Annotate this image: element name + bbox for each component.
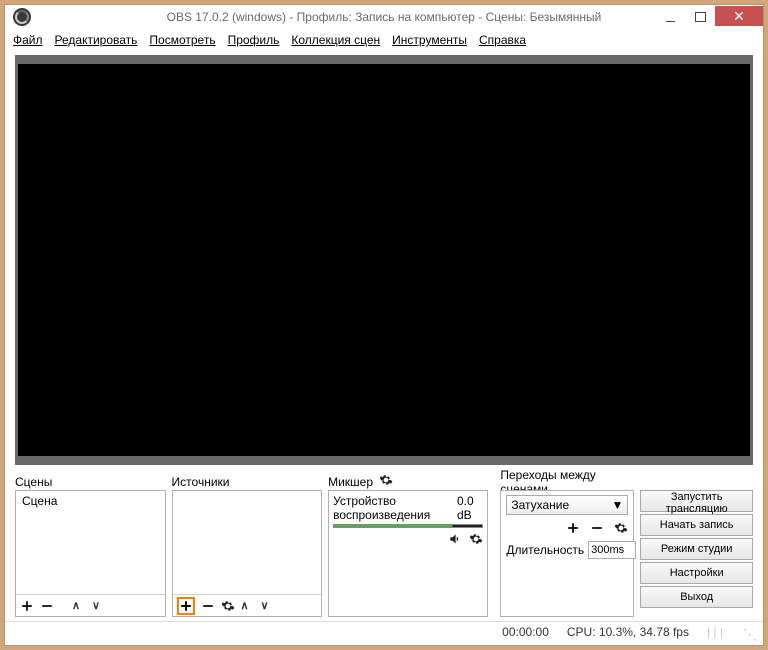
mixer-panel: Микшер Устройство воспроизведения 0.0 dB	[328, 473, 488, 617]
scene-down-button[interactable]: ∨	[92, 599, 106, 613]
status-cpu: CPU: 10.3%, 34.78 fps	[567, 625, 689, 639]
start-streaming-button[interactable]: Запустить трансляцию	[640, 490, 753, 512]
scene-item[interactable]: Сцена	[16, 491, 165, 511]
transition-selected: Затухание	[511, 498, 569, 512]
maximize-button[interactable]	[685, 6, 715, 28]
add-transition-button[interactable]	[566, 521, 580, 535]
controls-panel: Запустить трансляцию Начать запись Режим…	[640, 473, 753, 617]
mixer-box: Устройство воспроизведения 0.0 dB	[328, 490, 488, 617]
app-window: OBS 17.0.2 (windows) - Профиль: Запись н…	[4, 4, 764, 646]
bottom-panels: Сцены Сцена ∧ ∨ Источники	[5, 473, 763, 621]
mixer-db-value: 0.0 dB	[457, 494, 483, 522]
transition-select[interactable]: Затухание ▼	[506, 495, 628, 515]
resize-grip-icon[interactable]	[741, 625, 755, 639]
exit-button[interactable]: Выход	[640, 586, 753, 608]
mixer-settings-icon[interactable]	[379, 473, 393, 490]
transitions-box: Затухание ▼ Длительность ▲▼	[500, 490, 634, 617]
transitions-panel: Переходы между сценами Затухание ▼ Длите…	[500, 473, 634, 617]
start-recording-button[interactable]: Начать запись	[640, 514, 753, 536]
source-settings-button[interactable]	[221, 599, 235, 613]
statusbar: 00:00:00 CPU: 10.3%, 34.78 fps | | |	[5, 621, 763, 641]
sources-toolbar: ∧ ∨	[173, 594, 322, 616]
duration-label: Длительность	[506, 543, 584, 557]
studio-mode-button[interactable]: Режим студии	[640, 538, 753, 560]
remove-scene-button[interactable]	[40, 599, 54, 613]
add-source-button[interactable]	[177, 597, 195, 615]
scenes-toolbar: ∧ ∨	[16, 594, 165, 616]
scenes-list[interactable]: Сцена	[16, 491, 165, 594]
titlebar[interactable]: OBS 17.0.2 (windows) - Профиль: Запись н…	[5, 5, 763, 29]
dropdown-arrow-icon: ▼	[611, 498, 623, 512]
source-up-button[interactable]: ∧	[241, 599, 255, 613]
speaker-icon[interactable]	[447, 532, 463, 549]
mixer-device-label: Устройство воспроизведения	[333, 494, 457, 522]
menu-help[interactable]: Справка	[479, 33, 526, 47]
sources-box: ∧ ∨	[172, 490, 323, 617]
menu-edit[interactable]: Редактировать	[55, 33, 138, 47]
menu-file[interactable]: Файл	[13, 33, 43, 47]
settings-button[interactable]: Настройки	[640, 562, 753, 584]
sources-panel: Источники ∧ ∨	[172, 473, 323, 617]
menu-tools[interactable]: Инструменты	[392, 33, 467, 47]
scenes-panel: Сцены Сцена ∧ ∨	[15, 473, 166, 617]
source-down-button[interactable]: ∨	[261, 599, 275, 613]
preview-canvas[interactable]	[18, 64, 750, 456]
status-time: 00:00:00	[502, 625, 549, 639]
mixer-header: Микшер	[328, 473, 488, 490]
mixer-title: Микшер	[328, 475, 373, 489]
duration-input[interactable]	[588, 541, 636, 559]
scene-up-button[interactable]: ∧	[72, 599, 86, 613]
add-scene-button[interactable]	[20, 599, 34, 613]
menu-scene-collection[interactable]: Коллекция сцен	[291, 33, 380, 47]
mixer-volume-meter	[333, 524, 483, 528]
remove-source-button[interactable]	[201, 599, 215, 613]
remove-transition-button[interactable]	[590, 521, 604, 535]
window-title: OBS 17.0.2 (windows) - Профиль: Запись н…	[5, 10, 763, 24]
minimize-button[interactable]	[655, 6, 685, 28]
menu-profile[interactable]: Профиль	[228, 33, 280, 47]
preview-container	[15, 55, 753, 465]
channel-settings-icon[interactable]	[469, 532, 483, 549]
scenes-box: Сцена ∧ ∨	[15, 490, 166, 617]
obs-logo-icon	[13, 8, 31, 26]
menu-view[interactable]: Посмотреть	[149, 33, 215, 47]
sources-title: Источники	[172, 473, 323, 490]
close-button[interactable]: ✕	[715, 6, 763, 26]
sources-list[interactable]	[173, 491, 322, 594]
transitions-title: Переходы между сценами	[500, 473, 634, 490]
scenes-title: Сцены	[15, 473, 166, 490]
transition-buttons	[506, 521, 628, 535]
transition-settings-button[interactable]	[614, 521, 628, 535]
window-controls: ✕	[655, 6, 763, 28]
transition-duration-row: Длительность ▲▼	[506, 541, 628, 559]
menubar: Файл Редактировать Посмотреть Профиль Ко…	[5, 29, 763, 51]
mixer-channel-row: Устройство воспроизведения 0.0 dB	[333, 494, 483, 522]
mixer-channel-controls	[333, 532, 483, 549]
